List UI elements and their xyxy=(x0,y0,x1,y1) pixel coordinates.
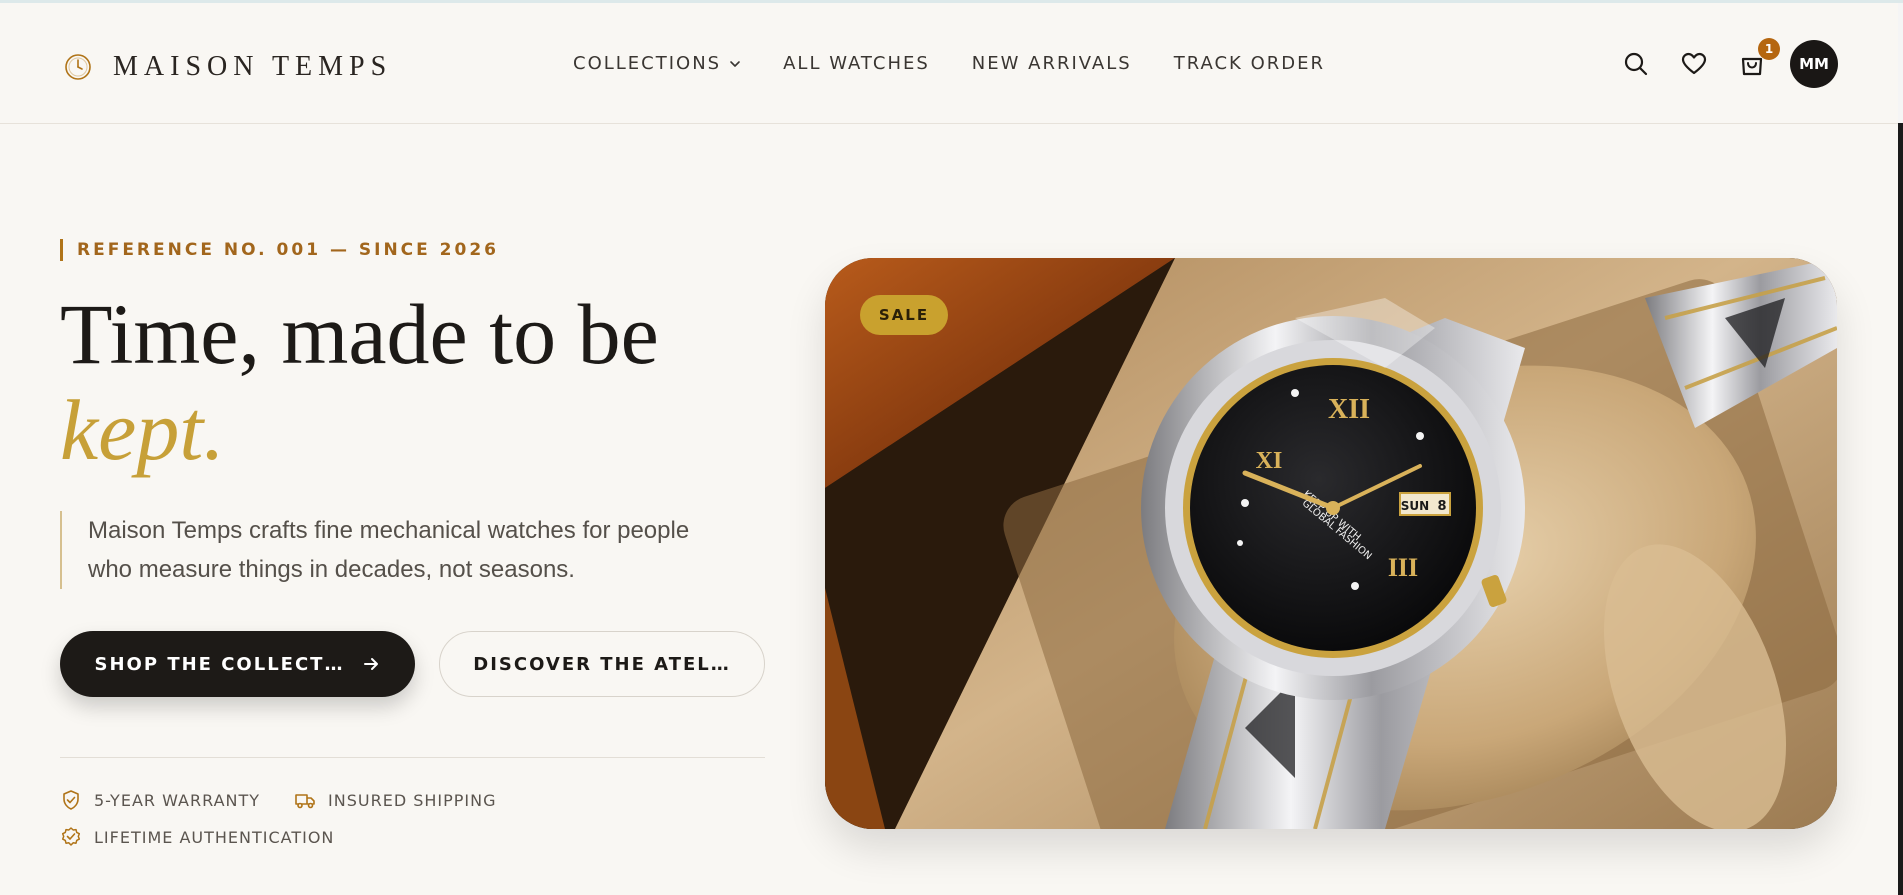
avatar[interactable]: MM xyxy=(1790,40,1838,88)
nav-new-arrivals-label: NEW ARRIVALS xyxy=(971,53,1132,74)
nav-all-watches-label: ALL WATCHES xyxy=(783,53,930,74)
shop-collection-label: SHOP THE COLLECT… xyxy=(94,653,345,675)
headline-line-1: Time, made to be xyxy=(60,286,659,382)
chevron-down-icon xyxy=(730,60,740,67)
trust-warranty: 5-YEAR WARRANTY xyxy=(94,790,261,810)
site-header: MAISON TEMPS COLLECTIONS ALL WATCHES NEW… xyxy=(0,3,1898,124)
sale-badge: SALE xyxy=(860,295,948,335)
trust-row-2: LIFETIME AUTHENTICATION xyxy=(60,826,334,848)
trust-divider xyxy=(60,757,765,758)
main-nav: COLLECTIONS ALL WATCHES NEW ARRIVALS TRA… xyxy=(573,53,1367,74)
day-window: SUN xyxy=(1401,499,1429,513)
dial-numeral-xi: XI xyxy=(1256,448,1283,474)
cart-count-badge: 1 xyxy=(1758,38,1780,60)
brand-logo[interactable]: MAISON TEMPS xyxy=(63,51,392,83)
nav-track-order[interactable]: TRACK ORDER xyxy=(1174,53,1325,74)
scrollbar-thumb[interactable] xyxy=(1898,3,1903,123)
date-window: 8 xyxy=(1437,499,1446,514)
hero-product-image[interactable]: XII XI III SUN 8 KEEP UP WITH GLOBAL FAS… xyxy=(825,258,1837,829)
discover-atelier-button[interactable]: DISCOVER THE ATEL… xyxy=(439,631,765,697)
trust-shipping: INSURED SHIPPING xyxy=(328,790,497,810)
heart-icon[interactable] xyxy=(1680,50,1708,78)
hero-lede: Maison Temps crafts fine mechanical watc… xyxy=(60,511,710,589)
dial-numeral-xii: XII xyxy=(1328,394,1370,425)
shield-check-icon xyxy=(63,790,79,810)
trust-row: 5-YEAR WARRANTY INSURED SHIPPING xyxy=(60,789,497,811)
badge-check-icon xyxy=(61,827,81,846)
nav-track-order-label: TRACK ORDER xyxy=(1173,53,1325,74)
trust-authentication: LIFETIME AUTHENTICATION xyxy=(94,827,335,847)
truck-icon xyxy=(295,794,315,809)
nav-all-watches[interactable]: ALL WATCHES xyxy=(783,53,930,74)
cart-button[interactable]: 1 xyxy=(1738,38,1780,78)
nav-new-arrivals[interactable]: NEW ARRIVALS xyxy=(972,53,1132,74)
discover-atelier-label: DISCOVER THE ATEL… xyxy=(473,653,731,675)
search-icon[interactable] xyxy=(1622,50,1650,78)
hero-headline: Time, made to be kept. xyxy=(60,286,659,478)
nav-collections[interactable]: COLLECTIONS xyxy=(573,53,741,74)
shop-collection-button[interactable]: SHOP THE COLLECT… xyxy=(60,631,415,697)
watch-photo: XII XI III SUN 8 KEEP UP WITH GLOBAL FAS… xyxy=(825,258,1837,829)
brand-name: MAISON TEMPS xyxy=(113,51,393,82)
header-actions: 1 MM xyxy=(1622,38,1838,88)
scrollbar[interactable] xyxy=(1898,3,1903,895)
hero-eyebrow: REFERENCE NO. 001 — SINCE 2026 xyxy=(60,239,499,261)
clock-icon xyxy=(65,54,91,80)
headline-accent: kept. xyxy=(60,382,225,478)
dial-numeral-iii: III xyxy=(1388,553,1418,582)
arrow-right-icon xyxy=(364,658,379,670)
nav-collections-label: COLLECTIONS xyxy=(573,53,722,74)
